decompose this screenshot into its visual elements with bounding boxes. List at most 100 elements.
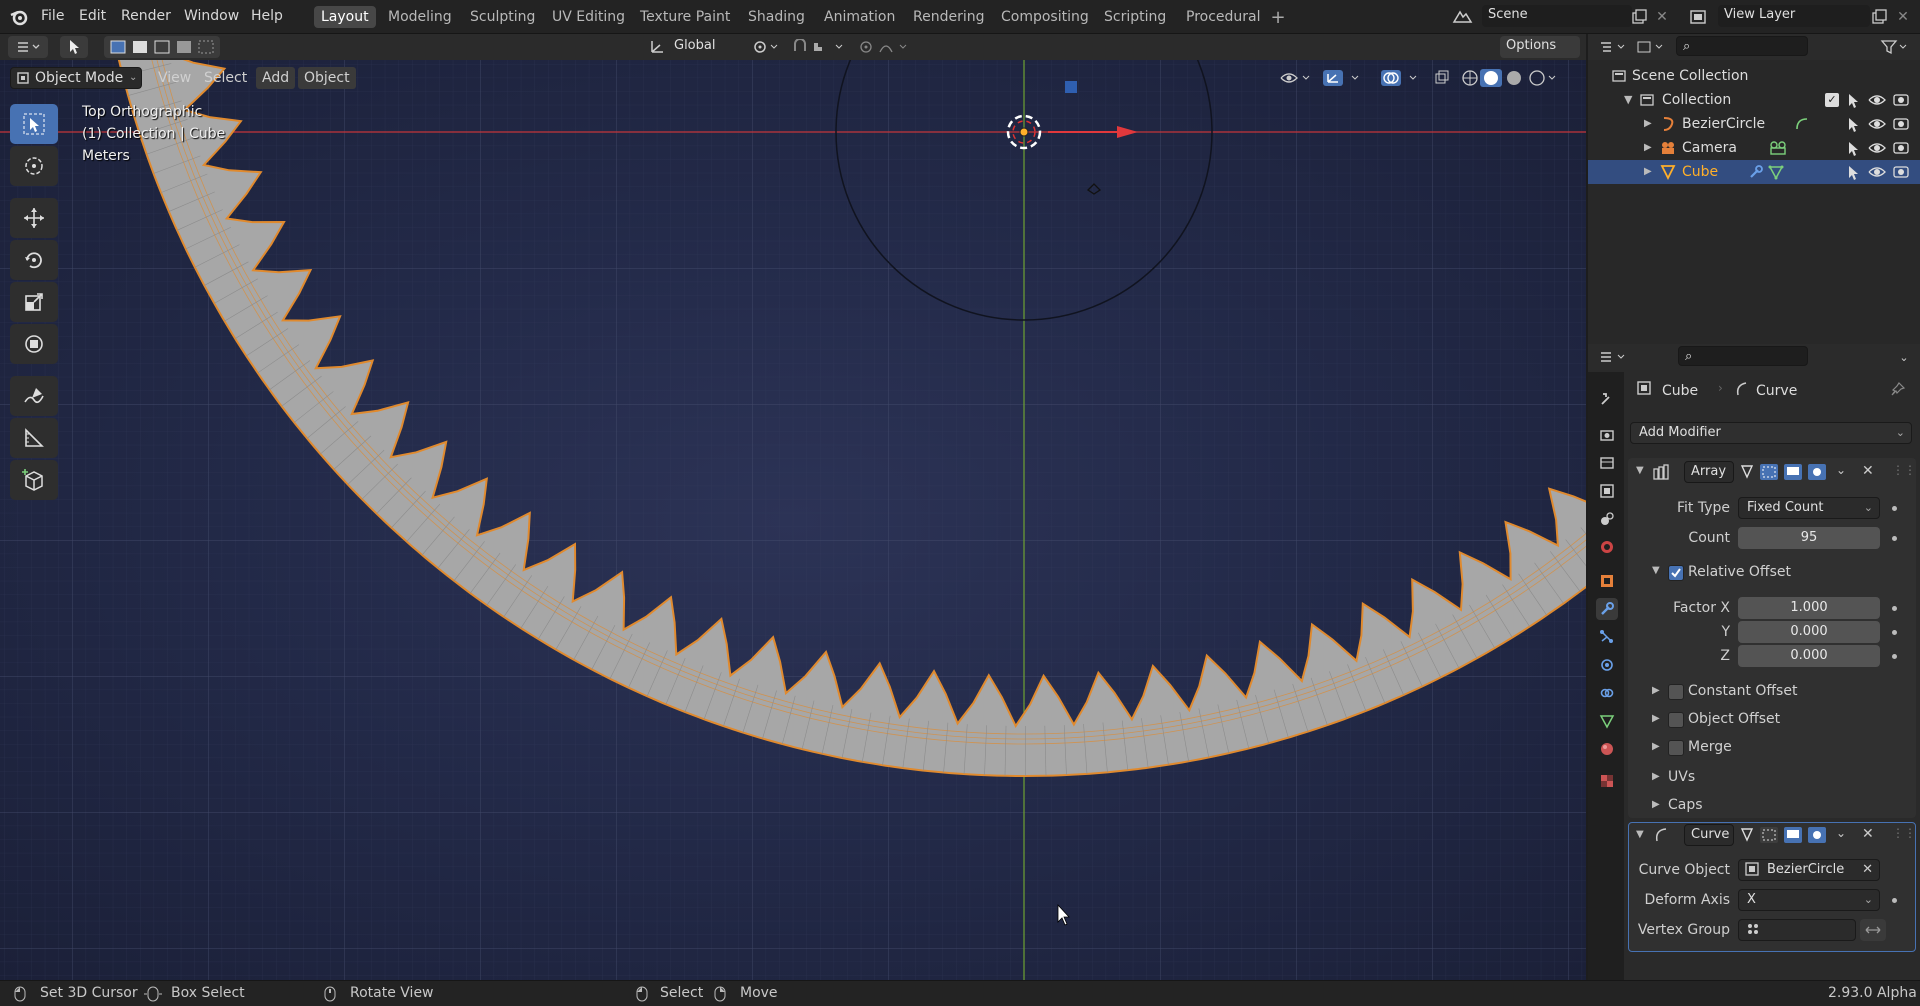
tab-procedural[interactable]: Procedural <box>1179 6 1268 28</box>
select-pointer-icon[interactable] <box>1846 136 1860 160</box>
collapse-arrow-icon[interactable]: ▼ <box>1636 829 1644 840</box>
outliner-item-camera[interactable]: ▶ Camera <box>1588 136 1920 160</box>
snap-icon[interactable] <box>790 36 848 58</box>
view-layer-field[interactable]: View Layer <box>1718 5 1870 27</box>
delete-scene-icon[interactable]: ✕ <box>1652 6 1672 28</box>
tab-uv-editing[interactable]: UV Editing <box>545 6 632 28</box>
tool-rotate[interactable] <box>10 240 58 280</box>
tool-transform[interactable] <box>10 324 58 364</box>
outliner-collection[interactable]: ▼ Collection ✓ <box>1588 88 1920 112</box>
drag-handle-icon[interactable]: ⋮⋮ <box>1892 463 1916 477</box>
menu-window[interactable]: Window <box>184 8 239 24</box>
tab-compositing[interactable]: Compositing <box>994 6 1096 28</box>
eye-icon[interactable] <box>1868 88 1886 112</box>
pivot-point-icon[interactable] <box>748 36 784 58</box>
menu-render[interactable]: Render <box>121 8 171 24</box>
tab-layout[interactable]: Layout <box>314 6 376 28</box>
tool-annotate[interactable] <box>10 376 58 416</box>
menu-edit[interactable]: Edit <box>79 8 106 24</box>
editor-type-icon[interactable] <box>8 36 48 58</box>
tab-shading[interactable]: Shading <box>741 6 812 28</box>
mode-dropdown[interactable]: Object Mode ⌄ <box>10 67 142 89</box>
modifier-display-toggles[interactable] <box>1738 461 1838 483</box>
chevron-down-icon[interactable]: ⌄ <box>1836 826 1846 840</box>
outliner-item-cube[interactable]: ▶ Cube <box>1588 160 1920 184</box>
count-field[interactable]: 95 <box>1738 527 1880 549</box>
tool-measure[interactable] <box>10 418 58 458</box>
visibility-toggle-icon[interactable] <box>1278 67 1314 89</box>
factor-z-field[interactable]: 0.000 <box>1738 645 1880 667</box>
tab-animation[interactable]: Animation <box>817 6 902 28</box>
curve-modifier-name-field[interactable]: Curve <box>1684 824 1734 846</box>
tab-rendering[interactable]: Rendering <box>906 6 992 28</box>
relative-offset-checkbox[interactable] <box>1668 565 1684 581</box>
menu-add[interactable]: Add <box>256 67 296 89</box>
collapse-arrow-icon[interactable]: ▼ <box>1624 88 1632 112</box>
keyframe-dot[interactable] <box>1892 630 1897 635</box>
options-dropdown[interactable]: Options <box>1500 36 1580 58</box>
menu-help[interactable]: Help <box>251 8 283 24</box>
merge-checkbox[interactable] <box>1668 740 1684 756</box>
new-view-layer-icon[interactable] <box>1868 6 1890 28</box>
tab-view-layer[interactable] <box>1596 480 1618 502</box>
eye-icon[interactable] <box>1868 160 1886 184</box>
fit-type-dropdown[interactable]: Fixed Count ⌄ <box>1738 497 1880 519</box>
shading-mode-icons[interactable] <box>1458 67 1560 89</box>
collapse-arrow-icon[interactable]: ▼ <box>1652 565 1660 576</box>
expand-arrow-icon[interactable]: ▶ <box>1644 112 1652 136</box>
pin-icon[interactable] <box>1890 381 1906 397</box>
overlays-toggle-icon[interactable] <box>1378 67 1428 89</box>
menu-file[interactable]: File <box>41 8 64 24</box>
tool-cursor[interactable] <box>10 146 58 186</box>
editor-type-icon[interactable] <box>1596 347 1630 367</box>
editor-type-icon[interactable] <box>1596 37 1630 57</box>
proportional-editing-icon[interactable] <box>856 36 912 58</box>
tab-material[interactable] <box>1596 738 1618 760</box>
outliner-item-beziercircle[interactable]: ▶ BezierCircle <box>1588 112 1920 136</box>
clear-icon[interactable]: ✕ <box>1862 860 1873 880</box>
expand-arrow-icon[interactable]: ▶ <box>1652 799 1660 810</box>
keyframe-dot[interactable] <box>1892 506 1897 511</box>
remove-modifier-icon[interactable]: ✕ <box>1862 463 1874 479</box>
expand-arrow-icon[interactable]: ▶ <box>1652 685 1660 696</box>
tab-data[interactable] <box>1596 710 1618 732</box>
gizmo-toggle-icon[interactable] <box>1320 67 1370 89</box>
new-scene-icon[interactable] <box>1628 6 1650 28</box>
chevron-down-icon[interactable]: ⌄ <box>1836 463 1846 477</box>
vertex-group-field[interactable] <box>1738 919 1856 941</box>
tool-move[interactable] <box>10 198 58 238</box>
tab-object[interactable] <box>1596 570 1618 592</box>
curve-object-field[interactable]: BezierCircle ✕ <box>1738 859 1880 881</box>
tab-particles[interactable] <box>1596 626 1618 648</box>
keyframe-dot[interactable] <box>1892 536 1897 541</box>
camera-render-icon[interactable] <box>1892 88 1910 112</box>
tool-select-box[interactable] <box>10 104 58 144</box>
delete-view-layer-icon[interactable]: ✕ <box>1893 6 1913 28</box>
tab-sculpting[interactable]: Sculpting <box>463 6 542 28</box>
scene-name-field[interactable]: Scene <box>1482 5 1632 27</box>
factor-y-field[interactable]: 0.000 <box>1738 621 1880 643</box>
remove-modifier-icon[interactable]: ✕ <box>1862 826 1874 842</box>
add-modifier-dropdown[interactable]: Add Modifier ⌄ <box>1630 422 1912 444</box>
display-mode-icon[interactable] <box>1634 37 1668 57</box>
camera-render-icon[interactable] <box>1892 160 1910 184</box>
select-pointer-icon[interactable] <box>1846 88 1860 112</box>
selection-mode-icons[interactable] <box>104 36 220 58</box>
tab-texture-paint[interactable]: Texture Paint <box>633 6 737 28</box>
blender-logo-icon[interactable] <box>8 6 30 28</box>
deform-axis-dropdown[interactable]: X ⌄ <box>1738 889 1880 911</box>
chevron-down-icon[interactable]: ⌄ <box>1894 347 1914 367</box>
uvs-label[interactable]: UVs <box>1668 769 1695 785</box>
filter-icon[interactable] <box>1878 37 1910 57</box>
scene-selector-icon[interactable] <box>1448 6 1478 28</box>
tab-scene[interactable] <box>1596 508 1618 530</box>
factor-x-field[interactable]: 1.000 <box>1738 597 1880 619</box>
properties-search-input[interactable]: ⌕ <box>1678 346 1808 366</box>
collapse-arrow-icon[interactable]: ▼ <box>1636 465 1644 476</box>
camera-render-icon[interactable] <box>1892 112 1910 136</box>
menu-select[interactable]: Select <box>198 67 253 89</box>
3d-viewport[interactable] <box>0 60 1586 980</box>
xray-toggle-icon[interactable] <box>1430 67 1454 89</box>
camera-render-icon[interactable] <box>1892 136 1910 160</box>
menu-object[interactable]: Object <box>298 67 356 89</box>
